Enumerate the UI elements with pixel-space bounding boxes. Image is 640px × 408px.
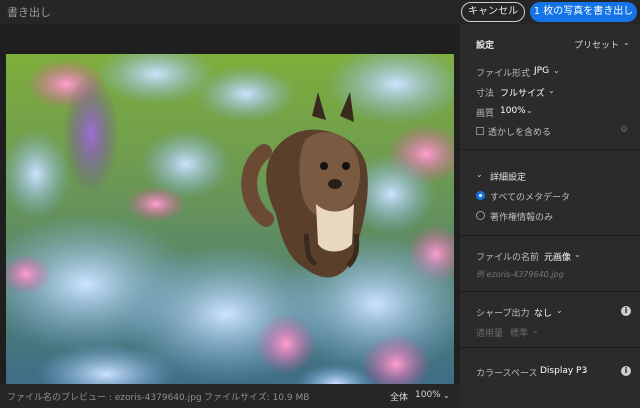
chevron-down-icon[interactable]: ⌄	[574, 250, 581, 259]
zoom-value[interactable]: 100%	[415, 390, 441, 400]
quality-select[interactable]: 100%	[500, 106, 526, 116]
filename-preview: ファイル名のプレビュー : ezoris-4379640.jpg	[7, 393, 202, 403]
watermark-label: 透かしを含める	[488, 128, 552, 138]
filename-select[interactable]: 元画像	[544, 250, 571, 263]
chevron-down-icon[interactable]: ⌄	[476, 170, 483, 179]
info-icon[interactable]: i	[621, 306, 631, 316]
preview-area	[0, 24, 460, 396]
filename-label: ファイルの名前	[476, 253, 540, 263]
filename-example: 例 ezoris-4379640.jpg	[476, 270, 564, 279]
all-metadata-radio[interactable]	[476, 191, 485, 200]
size-select[interactable]: フルサイズ	[500, 86, 545, 99]
file-format-label: ファイル形式	[476, 69, 531, 79]
view-mode-button[interactable]: 全体	[390, 390, 408, 403]
photo-preview	[6, 54, 454, 396]
sharpen-select[interactable]: なし	[534, 306, 552, 319]
chevron-down-icon[interactable]: ⌄	[526, 106, 533, 115]
sharpen-amount-select: 標準	[510, 329, 529, 339]
copyright-only-label: 著作権情報のみ	[490, 213, 554, 223]
chevron-down-icon[interactable]: ⌄	[443, 391, 450, 400]
file-format-select[interactable]: JPG	[534, 66, 549, 76]
chevron-down-icon[interactable]: ⌄	[553, 66, 560, 75]
window-title: 書き出し	[7, 6, 51, 19]
chevron-down-icon[interactable]: ⌄	[556, 306, 563, 315]
filesize-readout: ファイルサイズ: 10.9 MB	[204, 393, 310, 403]
info-icon[interactable]: i	[621, 366, 631, 376]
cancel-button[interactable]: キャンセル	[461, 2, 525, 22]
sharpen-section: シャープ出力 なし ⌄ i 適用量 標準 ⌄	[460, 292, 640, 348]
colorspace-section: カラースペース Display P3 ⌄ i	[460, 348, 640, 408]
gear-icon[interactable]: ⚙	[620, 125, 628, 135]
settings-section: 設定 プリセット ⌄ ファイル形式 JPG ⌄ 寸法 フルサイズ ⌄ 画質 10…	[460, 24, 640, 150]
top-bar: 書き出し キャンセル 1 枚の写真を書き出し	[0, 0, 640, 24]
filename-section: ファイルの名前 元画像 ⌄ 例 ezoris-4379640.jpg	[460, 236, 640, 292]
size-label: 寸法	[476, 89, 495, 99]
chevron-down-icon[interactable]: ⌄	[548, 86, 555, 95]
advanced-title[interactable]: 詳細設定	[490, 170, 526, 183]
colorspace-select[interactable]: Display P3	[540, 366, 587, 376]
watermark-checkbox[interactable]	[476, 127, 484, 135]
chevron-down-icon[interactable]: ⌄	[623, 38, 630, 47]
chevron-down-icon: ⌄	[532, 326, 539, 335]
advanced-section: ⌄ 詳細設定 すべてのメタデータ 著作権情報のみ	[460, 150, 640, 236]
settings-title: 設定	[476, 41, 495, 51]
sharpen-amount-label: 適用量	[476, 329, 504, 339]
quality-label: 画質	[476, 109, 495, 119]
sharpen-label: シャープ出力	[476, 309, 530, 319]
export-button[interactable]: 1 枚の写真を書き出し	[530, 2, 637, 22]
all-metadata-label: すべてのメタデータ	[490, 193, 571, 203]
settings-panel: 設定 プリセット ⌄ ファイル形式 JPG ⌄ 寸法 フルサイズ ⌄ 画質 10…	[460, 24, 640, 408]
preset-button[interactable]: プリセット	[574, 38, 619, 51]
preview-footer: ファイル名のプレビュー : ezoris-4379640.jpg ファイルサイズ…	[0, 384, 460, 408]
copyright-only-radio[interactable]	[476, 211, 485, 220]
chevron-down-icon[interactable]: ⌄	[582, 366, 589, 375]
colorspace-label: カラースペース	[476, 369, 538, 379]
